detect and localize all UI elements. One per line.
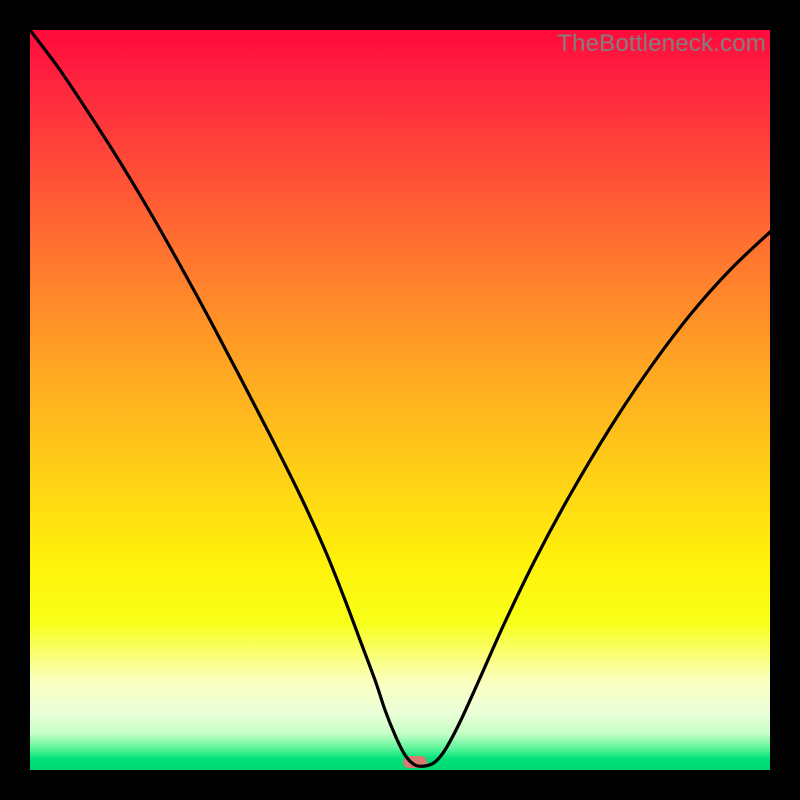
bottleneck-curve (30, 30, 770, 770)
plot-area: TheBottleneck.com (30, 30, 770, 770)
watermark-text: TheBottleneck.com (557, 30, 766, 58)
chart-frame: TheBottleneck.com (15, 15, 785, 785)
